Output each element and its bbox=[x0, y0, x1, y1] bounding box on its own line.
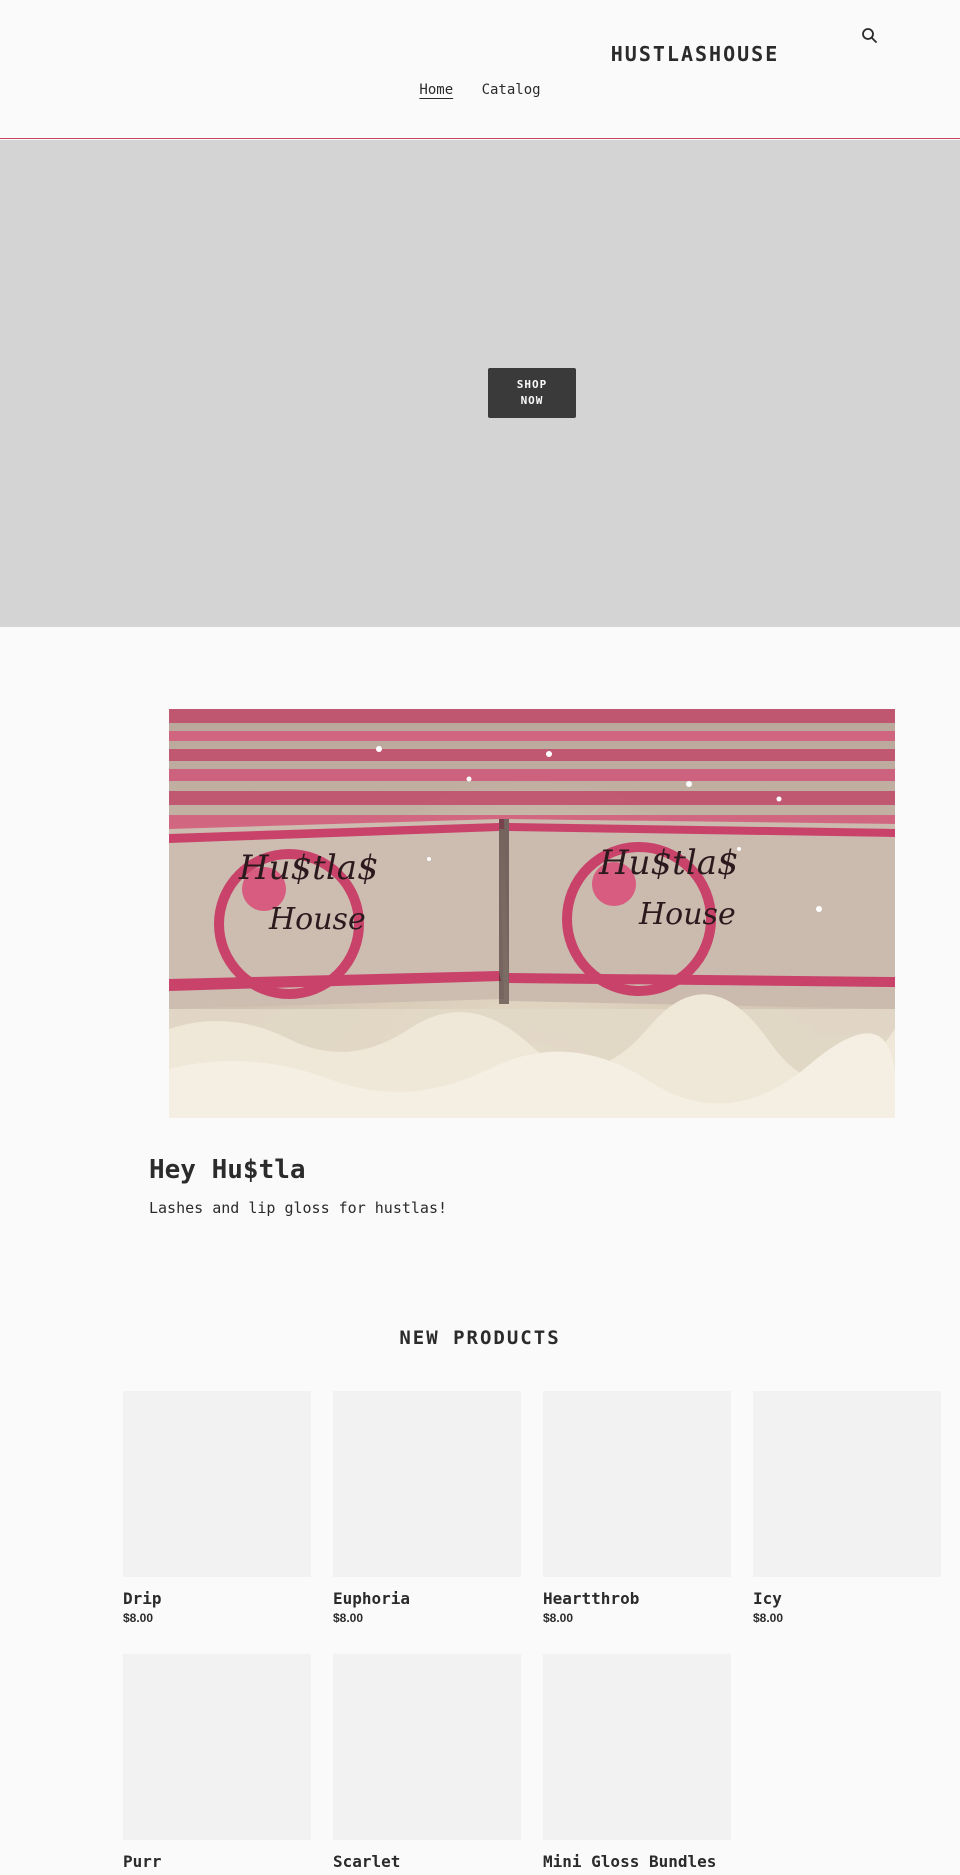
store-logo[interactable]: HUSTLASHOUSE bbox=[611, 42, 780, 66]
product-name[interactable]: Heartthrob bbox=[543, 1589, 731, 1608]
product-card[interactable]: Heartthrob $8.00 bbox=[543, 1391, 731, 1625]
search-icon bbox=[862, 28, 877, 43]
product-name[interactable]: Icy bbox=[753, 1589, 941, 1608]
svg-text:House: House bbox=[638, 897, 736, 932]
product-image[interactable] bbox=[543, 1654, 731, 1840]
product-image[interactable] bbox=[333, 1391, 521, 1577]
main-nav: Home Catalog bbox=[0, 82, 960, 98]
svg-text:House: House bbox=[268, 902, 366, 937]
feature-description: Lashes and lip gloss for hustlas! bbox=[149, 1199, 448, 1217]
product-name[interactable]: Euphoria bbox=[333, 1589, 521, 1608]
product-card[interactable]: Euphoria $8.00 bbox=[333, 1391, 521, 1625]
shop-now-button[interactable]: SHOP NOW bbox=[488, 368, 576, 418]
nav-item-catalog[interactable]: Catalog bbox=[482, 82, 541, 98]
product-card[interactable]: Drip $8.00 bbox=[123, 1391, 311, 1625]
hero-banner: SHOP NOW bbox=[0, 140, 960, 627]
product-card[interactable]: Purr bbox=[123, 1654, 311, 1871]
product-card[interactable]: Icy $8.00 bbox=[753, 1391, 941, 1625]
product-image[interactable] bbox=[333, 1654, 521, 1840]
site-header: HUSTLASHOUSE Home Catalog bbox=[0, 0, 960, 139]
product-card[interactable]: Mini Gloss Bundles bbox=[543, 1654, 731, 1871]
nav-item-home[interactable]: Home bbox=[419, 82, 453, 98]
svg-text:Hu$tla$: Hu$tla$ bbox=[238, 848, 379, 888]
feature-image: Hu$tla$ House Hu$tla$ House bbox=[169, 709, 895, 1118]
product-price: $8.00 bbox=[753, 1611, 784, 1625]
product-image[interactable] bbox=[753, 1391, 941, 1577]
product-name[interactable]: Scarlet bbox=[333, 1852, 521, 1871]
product-name[interactable]: Purr bbox=[123, 1852, 311, 1871]
svg-text:Hu$tla$: Hu$tla$ bbox=[598, 843, 739, 883]
feature-title: Hey Hu$tla bbox=[149, 1155, 306, 1185]
product-image[interactable] bbox=[543, 1391, 731, 1577]
search-button[interactable] bbox=[858, 24, 882, 48]
product-image[interactable] bbox=[123, 1654, 311, 1840]
lash-boxes-illustration: Hu$tla$ House Hu$tla$ House bbox=[169, 709, 895, 1118]
product-price: $8.00 bbox=[543, 1611, 574, 1625]
product-image[interactable] bbox=[123, 1391, 311, 1577]
product-name[interactable]: Mini Gloss Bundles bbox=[543, 1852, 731, 1871]
product-price: $8.00 bbox=[333, 1611, 364, 1625]
new-products-heading: NEW PRODUCTS bbox=[399, 1327, 561, 1349]
product-price: $8.00 bbox=[123, 1611, 154, 1625]
product-card[interactable]: Scarlet bbox=[333, 1654, 521, 1871]
product-name[interactable]: Drip bbox=[123, 1589, 311, 1608]
